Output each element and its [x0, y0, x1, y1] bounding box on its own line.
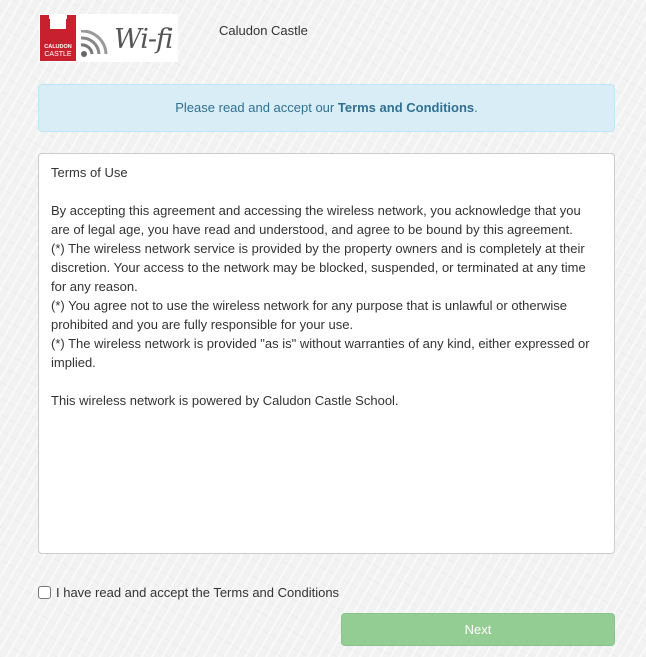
castle-icon: CALUDON CASTLE: [40, 15, 76, 61]
accept-terms-row[interactable]: I have read and accept the Terms and Con…: [38, 585, 339, 600]
wifi-logo: CALUDON CASTLE Wi-fi: [39, 14, 178, 62]
notice-suffix: .: [474, 100, 478, 115]
logo-mark-text-top: CALUDON: [44, 44, 72, 50]
site-name: Caludon Castle: [219, 23, 308, 38]
terms-notice: Please read and accept our Terms and Con…: [38, 84, 615, 132]
terms-intro: By accepting this agreement and accessin…: [51, 203, 581, 237]
accept-terms-checkbox[interactable]: [38, 586, 51, 599]
terms-footer: This wireless network is powered by Calu…: [51, 393, 399, 408]
terms-clause: (*) You agree not to use the wireless ne…: [51, 298, 567, 332]
logo-mark-text-bottom: CASTLE: [44, 51, 72, 58]
wifi-text: Wi-fi: [114, 24, 174, 55]
wifi-signal-icon: [80, 30, 108, 57]
terms-clause: (*) The wireless network service is prov…: [51, 241, 586, 294]
notice-terms-emphasis: Terms and Conditions: [337, 100, 475, 115]
next-button[interactable]: Next: [341, 613, 615, 646]
terms-clause: (*) The wireless network is provided "as…: [51, 336, 590, 370]
accept-terms-label[interactable]: I have read and accept the Terms and Con…: [56, 585, 339, 600]
notice-prefix: Please read and accept our: [175, 100, 338, 115]
wifi-wordmark: Wi-fi: [80, 18, 174, 58]
terms-title: Terms of Use: [51, 165, 128, 180]
terms-of-use-box[interactable]: Terms of Use By accepting this agreement…: [38, 153, 615, 554]
caludon-castle-logo-mark: CALUDON CASTLE: [40, 15, 76, 61]
